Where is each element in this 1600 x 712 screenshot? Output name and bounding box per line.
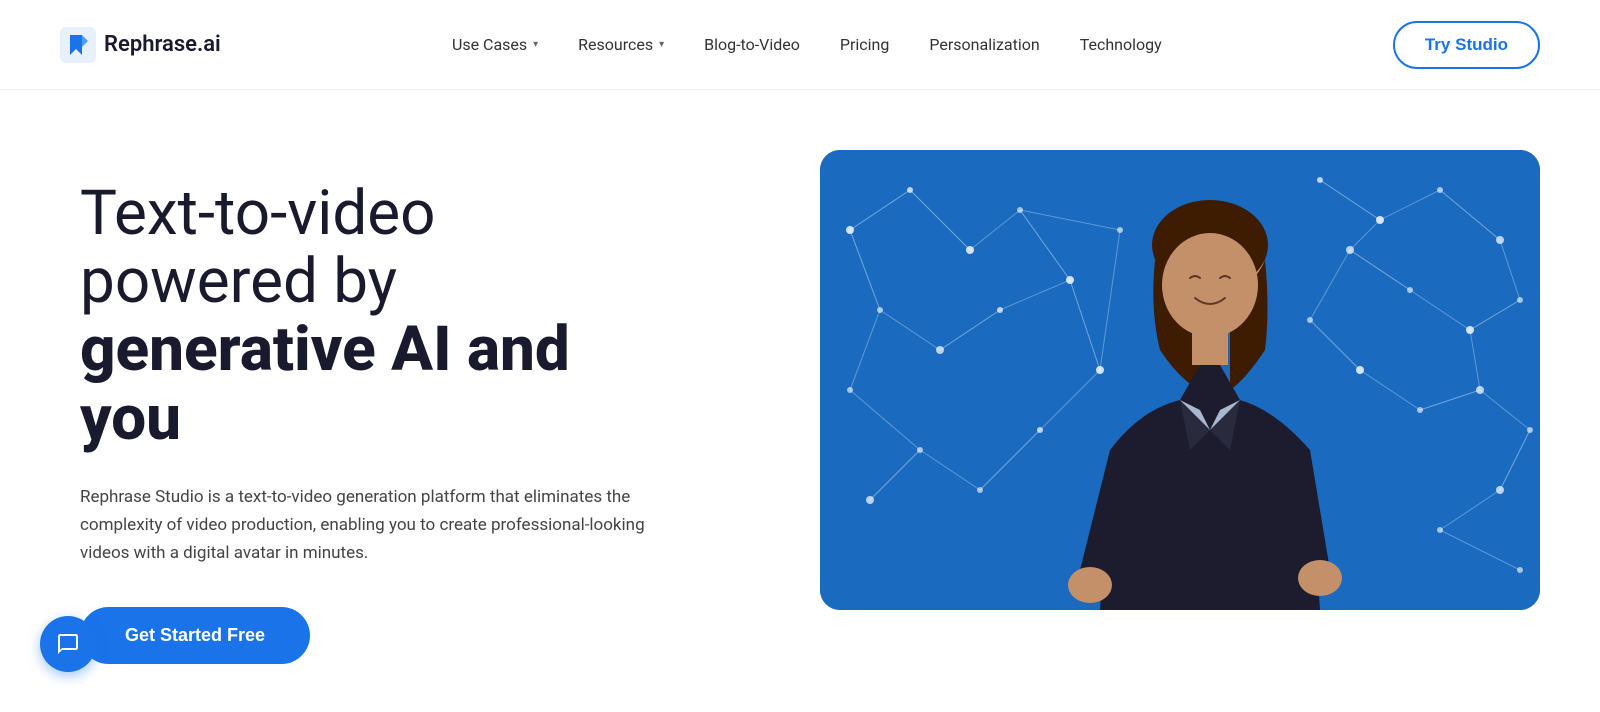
hero-right	[780, 150, 1540, 610]
try-studio-button[interactable]: Try Studio	[1393, 21, 1540, 69]
logo-text: Rephrase.ai	[104, 32, 221, 57]
get-started-button[interactable]: Get Started Free	[80, 607, 310, 664]
site-header: Rephrase.ai Use Cases ▾ Resources ▾ Blog…	[0, 0, 1600, 90]
headline-line3: generative AI and	[80, 313, 570, 386]
network-background	[820, 150, 1540, 610]
logo[interactable]: Rephrase.ai	[60, 27, 221, 63]
hero-headline: Text-to-video powered by generative AI a…	[80, 180, 720, 453]
chat-bubble-button[interactable]	[40, 616, 96, 672]
headline-line4: you	[80, 382, 181, 455]
chevron-down-icon: ▾	[533, 39, 538, 50]
nav-technology[interactable]: Technology	[1080, 35, 1162, 54]
nav-blog-to-video[interactable]: Blog-to-Video	[704, 35, 800, 54]
chat-icon	[56, 632, 80, 656]
nav-pricing[interactable]: Pricing	[840, 35, 890, 54]
chevron-down-icon: ▾	[659, 39, 664, 50]
hero-left: Text-to-video powered by generative AI a…	[80, 150, 720, 664]
hero-section: Text-to-video powered by generative AI a…	[0, 90, 1600, 664]
logo-icon	[60, 27, 96, 63]
nav-use-cases[interactable]: Use Cases ▾	[452, 35, 538, 54]
main-nav: Use Cases ▾ Resources ▾ Blog-to-Video Pr…	[452, 35, 1162, 54]
hero-video	[820, 150, 1540, 610]
hero-description: Rephrase Studio is a text-to-video gener…	[80, 483, 660, 567]
nav-resources[interactable]: Resources ▾	[578, 35, 664, 54]
nav-personalization[interactable]: Personalization	[929, 35, 1039, 54]
headline-line1: Text-to-video	[80, 177, 436, 250]
headline-line2: powered by	[80, 245, 397, 318]
